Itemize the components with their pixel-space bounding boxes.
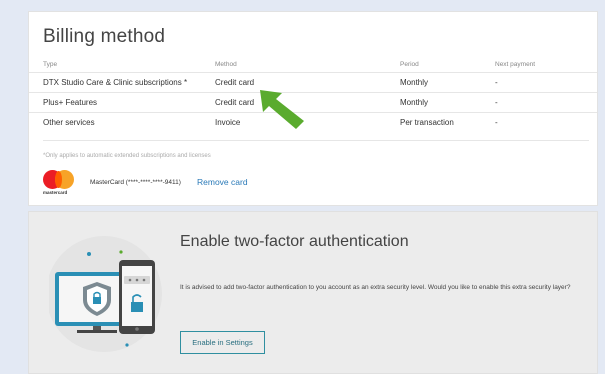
row-period: Monthly: [400, 78, 429, 87]
col-period-header: Period: [400, 61, 419, 68]
subscription-footnote: *Only applies to automatic extended subs…: [43, 153, 211, 159]
row-next-payment: -: [495, 118, 498, 127]
row-method: Invoice: [215, 118, 241, 127]
table-row: DTX Studio Care & Clinic subscriptions *…: [29, 72, 597, 93]
billing-method-card: Billing method Type Method Period Next p…: [28, 11, 598, 206]
security-devices-illustration: [49, 236, 162, 352]
row-next-payment: -: [495, 78, 498, 87]
row-type: Plus+ Features: [43, 98, 98, 107]
remove-card-link[interactable]: Remove card: [197, 177, 248, 187]
arrow-pointer-icon: [260, 90, 304, 129]
row-period: Per transaction: [400, 118, 454, 127]
row-method: Credit card: [215, 78, 255, 87]
row-period: Monthly: [400, 98, 429, 107]
billing-title: Billing method: [43, 26, 166, 47]
col-method-header: Method: [215, 61, 237, 68]
row-next-payment: -: [495, 98, 498, 107]
row-method: Credit card: [215, 98, 255, 107]
col-next-payment-header: Next payment: [495, 61, 536, 68]
col-type-header: Type: [43, 61, 58, 68]
table-row: Other services Invoice Per transaction -: [29, 112, 597, 133]
table-row: Plus+ Features Credit card Monthly -: [29, 92, 597, 113]
two-factor-description: It is advised to add two-factor authenti…: [180, 284, 571, 291]
row-type: Other services: [43, 118, 95, 127]
row-type: DTX Studio Care & Clinic subscriptions *: [43, 78, 188, 87]
card-number-label: MasterCard (****-****-****-9411): [90, 179, 181, 186]
two-factor-card: Enable two-factor authentication It is a…: [28, 211, 598, 374]
enable-in-settings-button[interactable]: Enable in Settings: [180, 331, 265, 354]
mastercard-wordmark: mastercard: [43, 190, 68, 195]
mastercard-logo-icon: mastercard: [43, 170, 77, 200]
table-bottom-divider: [43, 140, 589, 141]
two-factor-title: Enable two-factor authentication: [180, 233, 409, 250]
